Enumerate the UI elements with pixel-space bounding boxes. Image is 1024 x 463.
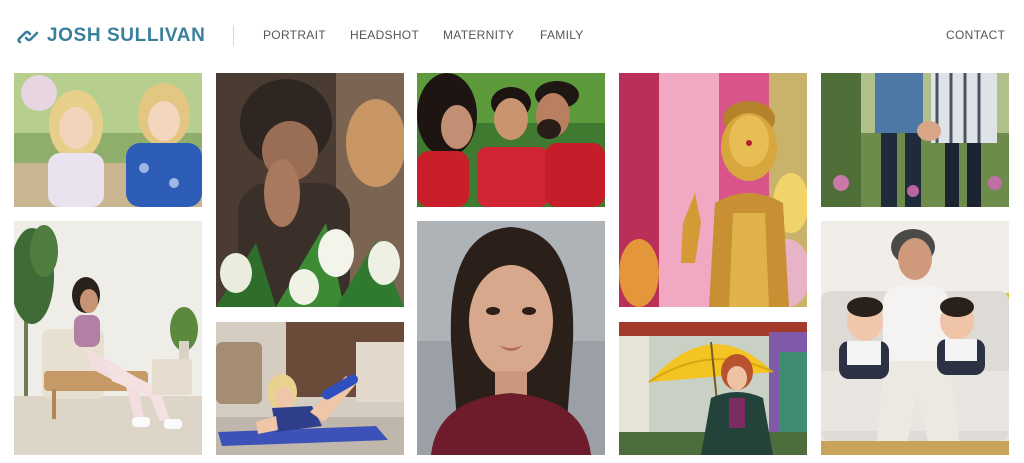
gallery-photo[interactable]	[216, 322, 404, 455]
gallery-photo[interactable]	[14, 73, 202, 207]
gallery-photo[interactable]	[14, 221, 202, 455]
gallery-photo[interactable]	[821, 73, 1009, 207]
gallery-photo[interactable]	[417, 73, 605, 207]
photo-gallery	[0, 0, 1024, 463]
gallery-photo[interactable]	[821, 221, 1009, 455]
gallery-photo[interactable]	[417, 221, 605, 455]
gallery-photo[interactable]	[619, 322, 807, 455]
gallery-photo[interactable]	[619, 73, 807, 307]
gallery-photo[interactable]	[216, 73, 404, 307]
